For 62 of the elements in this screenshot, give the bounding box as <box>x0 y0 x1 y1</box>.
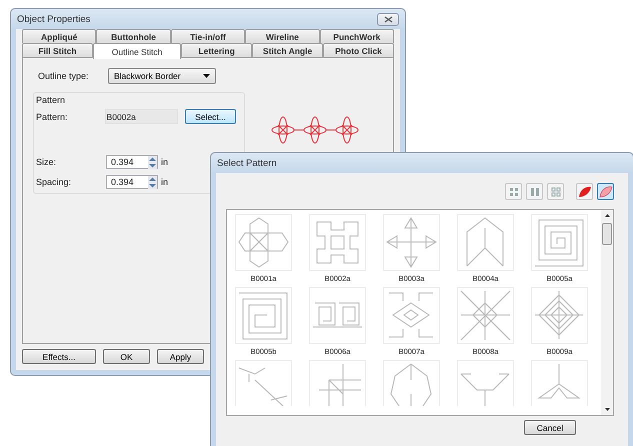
outline-type-dropdown[interactable]: Blackwork Border <box>108 68 216 84</box>
tab[interactable]: Appliqué <box>22 29 96 43</box>
number-field[interactable]: 0.394 <box>106 175 158 189</box>
pattern-thumbnail[interactable] <box>457 360 514 406</box>
close-button[interactable] <box>377 12 399 26</box>
pattern-thumbnail[interactable] <box>457 214 514 271</box>
scroll-up-icon <box>604 214 610 217</box>
close-icon <box>384 16 392 22</box>
spinner-arrows-icon <box>148 176 157 188</box>
pattern-thumbnail[interactable] <box>235 287 292 344</box>
tab[interactable]: Lettering <box>181 43 252 57</box>
toolbar-button[interactable] <box>505 183 522 200</box>
caret-icon <box>203 74 210 78</box>
dialog-button[interactable]: OK <box>103 349 150 364</box>
toolbar-button[interactable] <box>547 183 564 200</box>
scroll-thumb[interactable] <box>602 223 612 245</box>
scroll-down-icon <box>604 408 610 411</box>
window-title: Select Pattern <box>217 158 277 168</box>
pattern-field: B0002a <box>104 109 178 124</box>
dialog-button[interactable]: Effects... <box>22 349 96 364</box>
field-label: Size: <box>36 157 58 167</box>
pattern-thumbnail[interactable] <box>309 360 366 406</box>
leaf-icon <box>598 186 612 198</box>
cancel-button[interactable]: Cancel <box>524 420 576 435</box>
tab[interactable]: PunchWork <box>320 29 394 43</box>
field-label: Outline type: <box>37 71 90 81</box>
tab[interactable]: Buttonhole <box>96 29 171 43</box>
select-button[interactable]: Select... <box>185 109 236 124</box>
toolbar-button[interactable] <box>597 183 614 200</box>
columns-view-icon <box>530 186 540 196</box>
pattern-thumbnail[interactable] <box>309 214 366 271</box>
tab[interactable]: Outline Stitch <box>92 43 182 59</box>
scrollbar[interactable] <box>601 210 613 415</box>
pattern-thumbnail[interactable] <box>235 360 292 406</box>
tab[interactable]: Photo Click <box>323 43 394 57</box>
pattern-thumbnail[interactable] <box>531 287 588 344</box>
toolbar-button[interactable] <box>576 183 593 200</box>
toolbar-button[interactable] <box>526 183 543 200</box>
number-field[interactable]: 0.394 <box>106 155 158 169</box>
pattern-thumbnail[interactable] <box>531 214 588 271</box>
dialog-button[interactable]: Apply <box>157 349 204 364</box>
pattern-thumbnail[interactable] <box>383 214 440 271</box>
unit-label: in <box>161 177 168 187</box>
tab[interactable]: Stitch Angle <box>252 43 324 57</box>
field-label: Pattern: <box>36 112 69 122</box>
tab[interactable]: Wireline <box>245 29 320 43</box>
window-title: Object Properties <box>17 14 90 24</box>
unit-label: in <box>161 157 168 167</box>
pattern-thumbnail[interactable] <box>383 287 440 344</box>
tab[interactable]: Tie-in/off <box>170 29 246 43</box>
field-label: Spacing: <box>36 177 72 187</box>
leaf-icon <box>578 186 592 198</box>
pattern-thumbnail[interactable] <box>457 287 514 344</box>
pattern-thumbnail[interactable] <box>383 360 440 406</box>
tab[interactable]: Fill Stitch <box>22 43 93 57</box>
pattern-thumbnail[interactable] <box>235 214 292 271</box>
spinner-arrows-icon <box>148 156 157 168</box>
list-view-icon <box>550 186 560 196</box>
pattern-thumbnail[interactable] <box>309 287 366 344</box>
group-title: Pattern <box>36 95 66 105</box>
grid-view-icon <box>508 186 518 196</box>
pattern-thumbnail[interactable] <box>531 360 588 406</box>
